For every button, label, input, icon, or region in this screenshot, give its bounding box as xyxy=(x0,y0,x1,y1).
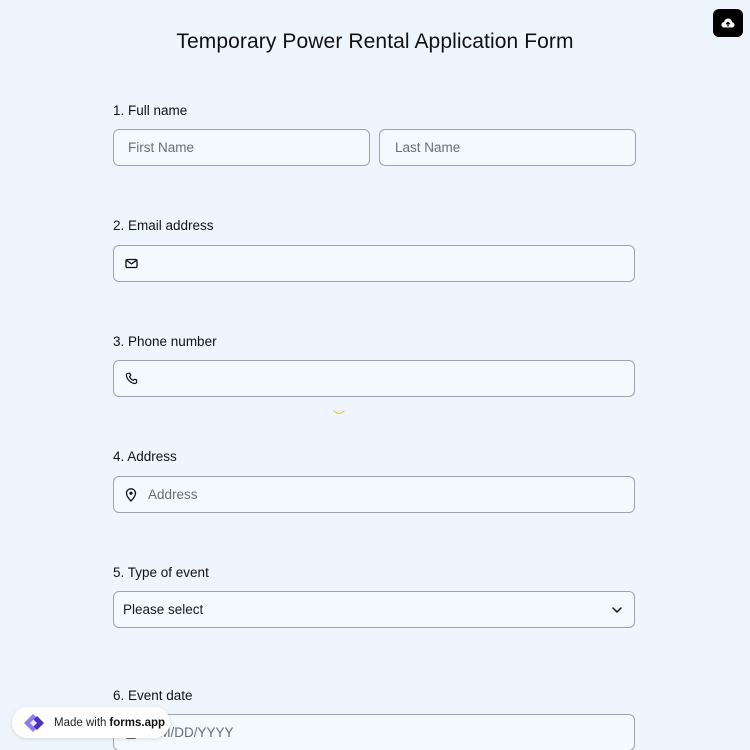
event-date-input[interactable] xyxy=(148,715,634,750)
last-name-input[interactable] xyxy=(380,130,635,165)
phone-icon xyxy=(124,372,138,386)
made-with-badge[interactable]: Made with forms.app xyxy=(12,707,170,738)
badge-made-with-text: Made with xyxy=(54,716,107,729)
first-name-field[interactable] xyxy=(113,129,370,166)
event-type-label: 5. Type of event xyxy=(113,565,209,580)
event-date-label: 6. Event date xyxy=(113,688,193,703)
first-name-input[interactable] xyxy=(114,130,369,165)
map-pin-icon xyxy=(124,487,138,502)
phone-label: 3. Phone number xyxy=(113,334,217,349)
phone-input[interactable] xyxy=(148,361,634,396)
address-input[interactable] xyxy=(148,477,634,512)
cloud-upload-icon xyxy=(721,18,735,28)
email-input[interactable] xyxy=(148,246,634,281)
form-title: Temporary Power Rental Application Form xyxy=(176,30,574,53)
badge-brand-text: forms.app xyxy=(109,716,166,729)
form-page: Temporary Power Rental Application Form … xyxy=(0,0,750,750)
address-field[interactable] xyxy=(113,476,635,513)
email-label: 2. Email address xyxy=(113,218,214,233)
event-date-field[interactable] xyxy=(113,714,635,750)
chevron-down-icon xyxy=(611,604,623,616)
email-field[interactable] xyxy=(113,245,635,282)
event-type-select[interactable]: Please select xyxy=(113,591,635,628)
forms-app-logo-icon xyxy=(24,713,44,732)
phone-field[interactable] xyxy=(113,360,635,397)
last-name-field[interactable] xyxy=(379,129,636,166)
envelope-icon xyxy=(124,257,138,271)
address-label: 4. Address xyxy=(113,449,177,464)
full-name-label: 1. Full name xyxy=(113,103,188,118)
event-type-selected: Please select xyxy=(123,602,204,617)
loading-spinner-icon xyxy=(333,410,345,415)
